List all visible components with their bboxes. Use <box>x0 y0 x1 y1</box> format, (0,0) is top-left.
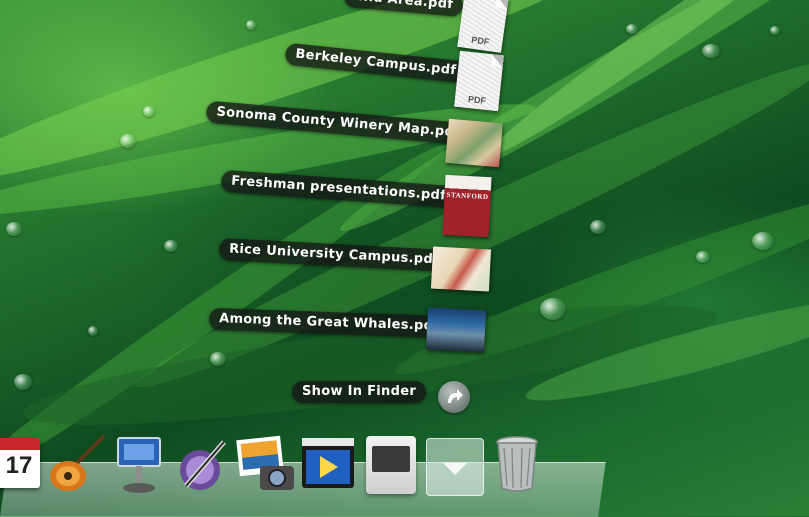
cover-text: STANFORD <box>446 190 489 202</box>
pen-app-icon[interactable] <box>176 436 230 494</box>
app-store-icon[interactable] <box>366 436 416 494</box>
keynote-icon[interactable] <box>112 434 166 494</box>
whale-document-icon <box>425 307 487 353</box>
garageband-icon[interactable] <box>46 432 108 496</box>
stanford-document-icon: STANFORD <box>442 174 492 238</box>
calendar-icon[interactable]: 17 <box>0 438 40 488</box>
pdf-document-icon: PDF <box>457 0 509 53</box>
show-in-finder-button[interactable]: Show In Finder <box>292 381 427 403</box>
imovie-icon[interactable] <box>298 436 358 494</box>
map-document-icon <box>445 118 503 168</box>
iphoto-icon[interactable] <box>234 434 298 494</box>
calendar-day: 17 <box>5 452 33 479</box>
trash-icon[interactable] <box>494 434 540 494</box>
campus-map-document-icon <box>430 246 492 292</box>
reveal-arrow-icon[interactable] <box>438 381 470 413</box>
pdf-document-icon: PDF <box>454 50 504 112</box>
stack-arrow-icon[interactable] <box>426 438 484 496</box>
curved-arrow-icon <box>448 389 463 403</box>
